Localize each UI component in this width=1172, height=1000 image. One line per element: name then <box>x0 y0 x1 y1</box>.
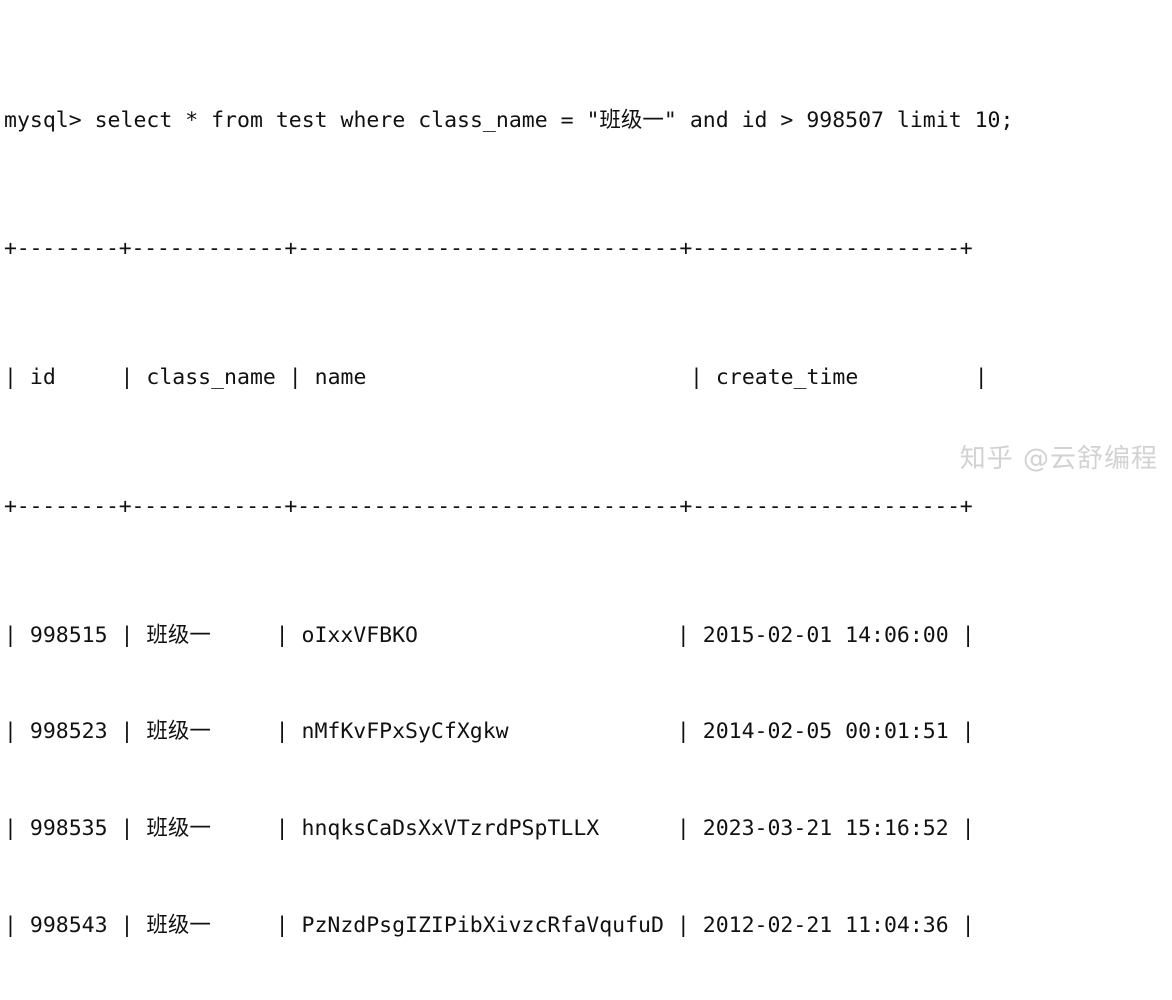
table-row: | 998523 | 班级一 | nMfKvFPxSyCfXgkw | 2014… <box>4 719 975 745</box>
table-border-top: +--------+------------+-----------------… <box>4 236 973 262</box>
terminal-output[interactable]: mysql> select * from test where class_na… <box>0 0 1172 938</box>
table-row: | 998543 | 班级一 | PzNzdPsgIZIPibXivzcRfaV… <box>4 912 975 938</box>
table-header-row: | id | class_name | name | create_time | <box>4 365 988 391</box>
table-border-header: +--------+------------+-----------------… <box>4 494 973 519</box>
table-row: | 998515 | 班级一 | oIxxVFBKO | 2015-02-01 … <box>4 622 975 648</box>
table-row: | 998535 | 班级一 | hnqksCaDsXxVTzrdPSpTLLX… <box>4 815 975 841</box>
mysql-command-line: mysql> select * from test where class_na… <box>4 107 1014 133</box>
watermark: 知乎 @云舒编程 <box>959 444 1158 474</box>
